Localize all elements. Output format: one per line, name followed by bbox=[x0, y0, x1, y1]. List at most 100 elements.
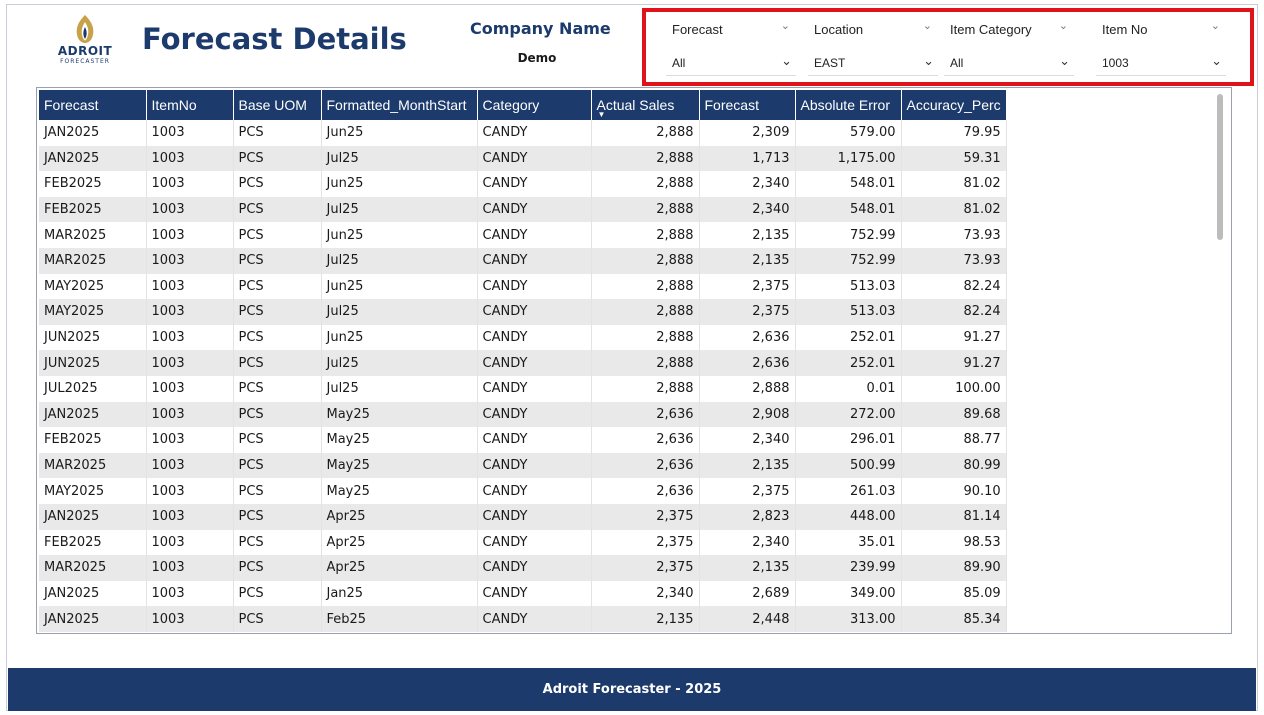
cell-accuracy-perc: 82.24 bbox=[901, 273, 1007, 300]
cell-formatted-monthstart: Jun25 bbox=[321, 324, 478, 351]
cell-forecast-value: 2,823 bbox=[699, 503, 796, 530]
chevron-down-icon[interactable]: ⌄ bbox=[781, 54, 792, 69]
cell-forecast: MAR2025 bbox=[39, 222, 147, 248]
filter-item-category-dropdown[interactable]: All ⌄ bbox=[944, 50, 1074, 76]
cell-forecast: JUL2025 bbox=[39, 375, 147, 402]
cell-forecast: JUN2025 bbox=[39, 350, 147, 376]
cell-formatted-monthstart: May25 bbox=[321, 427, 478, 453]
column-header-forecast-value[interactable]: Forecast bbox=[699, 90, 796, 120]
table-row[interactable]: JAN2025 1003 PCS Jun25 CANDY 2,888 2,309 579.00… bbox=[39, 120, 1007, 146]
table-row[interactable]: FEB2025 1003 PCS Jul25 CANDY 2,888 2,340 548.01… bbox=[39, 196, 1007, 223]
table-row[interactable]: JAN2025 1003 PCS Apr25 CANDY 2,375 2,823 448.00… bbox=[39, 503, 1007, 530]
cell-forecast-value: 2,135 bbox=[699, 555, 796, 581]
table-row[interactable]: JAN2025 1003 PCS May25 CANDY 2,636 2,908 272.00… bbox=[39, 401, 1007, 428]
cell-category: CANDY bbox=[477, 324, 592, 351]
column-header-base-uom[interactable]: Base UOM bbox=[233, 90, 322, 120]
cell-forecast-value: 2,340 bbox=[699, 171, 796, 197]
table-row[interactable]: JUN2025 1003 PCS Jul25 CANDY 2,888 2,636 252.01… bbox=[39, 350, 1007, 376]
column-header-actual-sales[interactable]: Actual Sales ▼ bbox=[591, 90, 700, 120]
filter-location-label: Location bbox=[814, 22, 864, 37]
column-header-forecast[interactable]: Forecast bbox=[39, 90, 147, 120]
table-row[interactable]: JUL2025 1003 PCS Jul25 CANDY 2,888 2,888 0.01 10… bbox=[39, 375, 1007, 402]
cell-absolute-error: 272.00 bbox=[795, 401, 902, 428]
table-row[interactable]: MAR2025 1003 PCS Jul25 CANDY 2,888 2,135 752.99… bbox=[39, 247, 1007, 274]
footer-bar: Adroit Forecaster - 2025 bbox=[8, 668, 1256, 711]
cell-forecast: JAN2025 bbox=[39, 120, 147, 146]
filter-item-category-label: Item Category bbox=[950, 22, 1032, 37]
cell-category: CANDY bbox=[477, 222, 592, 248]
cell-actual-sales: 2,636 bbox=[591, 401, 700, 428]
cell-actual-sales: 2,888 bbox=[591, 222, 700, 248]
filter-item-no-dropdown[interactable]: 1003 ⌄ bbox=[1096, 50, 1226, 76]
cell-formatted-monthstart: Jul25 bbox=[321, 247, 478, 274]
vertical-scrollbar[interactable] bbox=[1217, 94, 1223, 240]
table-row[interactable]: FEB2025 1003 PCS May25 CANDY 2,636 2,340 296.01… bbox=[39, 427, 1007, 453]
filter-item-category-toggle-icon[interactable]: ⌄ bbox=[1059, 19, 1068, 32]
table-row[interactable]: MAR2025 1003 PCS Jun25 CANDY 2,888 2,135 752.99… bbox=[39, 222, 1007, 248]
table-row[interactable]: MAR2025 1003 PCS Apr25 CANDY 2,375 2,135 239.99… bbox=[39, 555, 1007, 581]
table-row[interactable]: FEB2025 1003 PCS Apr25 CANDY 2,375 2,340 35.01 9… bbox=[39, 529, 1007, 556]
filter-forecast-toggle-icon[interactable]: ⌄ bbox=[781, 19, 790, 32]
cell-category: CANDY bbox=[477, 452, 592, 479]
filter-forecast-label: Forecast bbox=[672, 22, 723, 37]
sort-descending-icon: ▼ bbox=[597, 110, 606, 119]
filter-item-no-toggle-icon[interactable]: ⌄ bbox=[1211, 19, 1220, 32]
table-header-row: Forecast ItemNo Base UOM Formatted_Month… bbox=[39, 90, 1007, 120]
table-row[interactable]: MAY2025 1003 PCS Jul25 CANDY 2,888 2,375 513.03… bbox=[39, 299, 1007, 325]
chevron-down-icon[interactable]: ⌄ bbox=[923, 54, 934, 69]
cell-forecast: FEB2025 bbox=[39, 427, 147, 453]
filter-item-no: Item No ⌄ 1003 ⌄ bbox=[1096, 18, 1226, 78]
cell-itemno: 1003 bbox=[146, 606, 234, 632]
cell-absolute-error: 752.99 bbox=[795, 222, 902, 248]
table-row[interactable]: JAN2025 1003 PCS Jul25 CANDY 2,888 1,713 1,175.… bbox=[39, 145, 1007, 172]
filter-forecast-dropdown[interactable]: All ⌄ bbox=[666, 50, 796, 76]
cell-absolute-error: 296.01 bbox=[795, 427, 902, 453]
cell-accuracy-perc: 73.93 bbox=[901, 222, 1007, 248]
cell-actual-sales: 2,888 bbox=[591, 299, 700, 325]
cell-base-uom: PCS bbox=[233, 555, 322, 581]
cell-forecast: MAY2025 bbox=[39, 273, 147, 300]
cell-forecast: FEB2025 bbox=[39, 196, 147, 223]
cell-formatted-monthstart: Jul25 bbox=[321, 350, 478, 376]
cell-accuracy-perc: 89.90 bbox=[901, 555, 1007, 581]
column-header-category[interactable]: Category bbox=[477, 90, 592, 120]
company-name-value: Demo bbox=[517, 51, 557, 65]
filter-forecast-value: All bbox=[672, 56, 686, 70]
filter-forecast: Forecast ⌄ All ⌄ bbox=[666, 18, 796, 78]
filter-location-dropdown[interactable]: EAST ⌄ bbox=[808, 50, 938, 76]
cell-absolute-error: 752.99 bbox=[795, 247, 902, 274]
cell-base-uom: PCS bbox=[233, 222, 322, 248]
cell-actual-sales: 2,636 bbox=[591, 478, 700, 504]
cell-forecast-value: 2,340 bbox=[699, 196, 796, 223]
cell-category: CANDY bbox=[477, 503, 592, 530]
cell-actual-sales: 2,888 bbox=[591, 375, 700, 402]
table-row[interactable]: JUN2025 1003 PCS Jun25 CANDY 2,888 2,636 252.01… bbox=[39, 324, 1007, 351]
cell-base-uom: PCS bbox=[233, 401, 322, 428]
logo-wordmark: ADROIT bbox=[57, 44, 113, 58]
table-row[interactable]: MAR2025 1003 PCS May25 CANDY 2,636 2,135 500.99… bbox=[39, 452, 1007, 479]
column-header-itemno[interactable]: ItemNo bbox=[146, 90, 234, 120]
table-row[interactable]: JAN2025 1003 PCS Jan25 CANDY 2,340 2,689 349.00… bbox=[39, 580, 1007, 607]
cell-forecast-value: 2,135 bbox=[699, 222, 796, 248]
cell-itemno: 1003 bbox=[146, 503, 234, 530]
cell-itemno: 1003 bbox=[146, 222, 234, 248]
table-row[interactable]: MAY2025 1003 PCS Jun25 CANDY 2,888 2,375 513.03… bbox=[39, 273, 1007, 300]
cell-formatted-monthstart: Jan25 bbox=[321, 580, 478, 607]
filter-location-toggle-icon[interactable]: ⌄ bbox=[923, 19, 932, 32]
cell-base-uom: PCS bbox=[233, 145, 322, 172]
column-header-accuracy-perc[interactable]: Accuracy_Perc bbox=[901, 90, 1007, 120]
cell-actual-sales: 2,888 bbox=[591, 273, 700, 300]
page-title: Forecast Details bbox=[142, 22, 407, 56]
column-header-formatted-monthstart[interactable]: Formatted_MonthStart bbox=[321, 90, 478, 120]
chevron-down-icon[interactable]: ⌄ bbox=[1059, 54, 1070, 69]
chevron-down-icon[interactable]: ⌄ bbox=[1211, 54, 1222, 69]
table-row[interactable]: MAY2025 1003 PCS May25 CANDY 2,636 2,375 261.03… bbox=[39, 478, 1007, 504]
cell-formatted-monthstart: Apr25 bbox=[321, 503, 478, 530]
cell-accuracy-perc: 73.93 bbox=[901, 247, 1007, 274]
cell-accuracy-perc: 100.00 bbox=[901, 375, 1007, 402]
table-row[interactable]: FEB2025 1003 PCS Jun25 CANDY 2,888 2,340 548.01… bbox=[39, 171, 1007, 197]
cell-forecast: MAY2025 bbox=[39, 299, 147, 325]
column-header-absolute-error[interactable]: Absolute Error bbox=[795, 90, 902, 120]
cell-base-uom: PCS bbox=[233, 299, 322, 325]
table-row[interactable]: JAN2025 1003 PCS Feb25 CANDY 2,135 2,448 313.00… bbox=[39, 606, 1007, 632]
